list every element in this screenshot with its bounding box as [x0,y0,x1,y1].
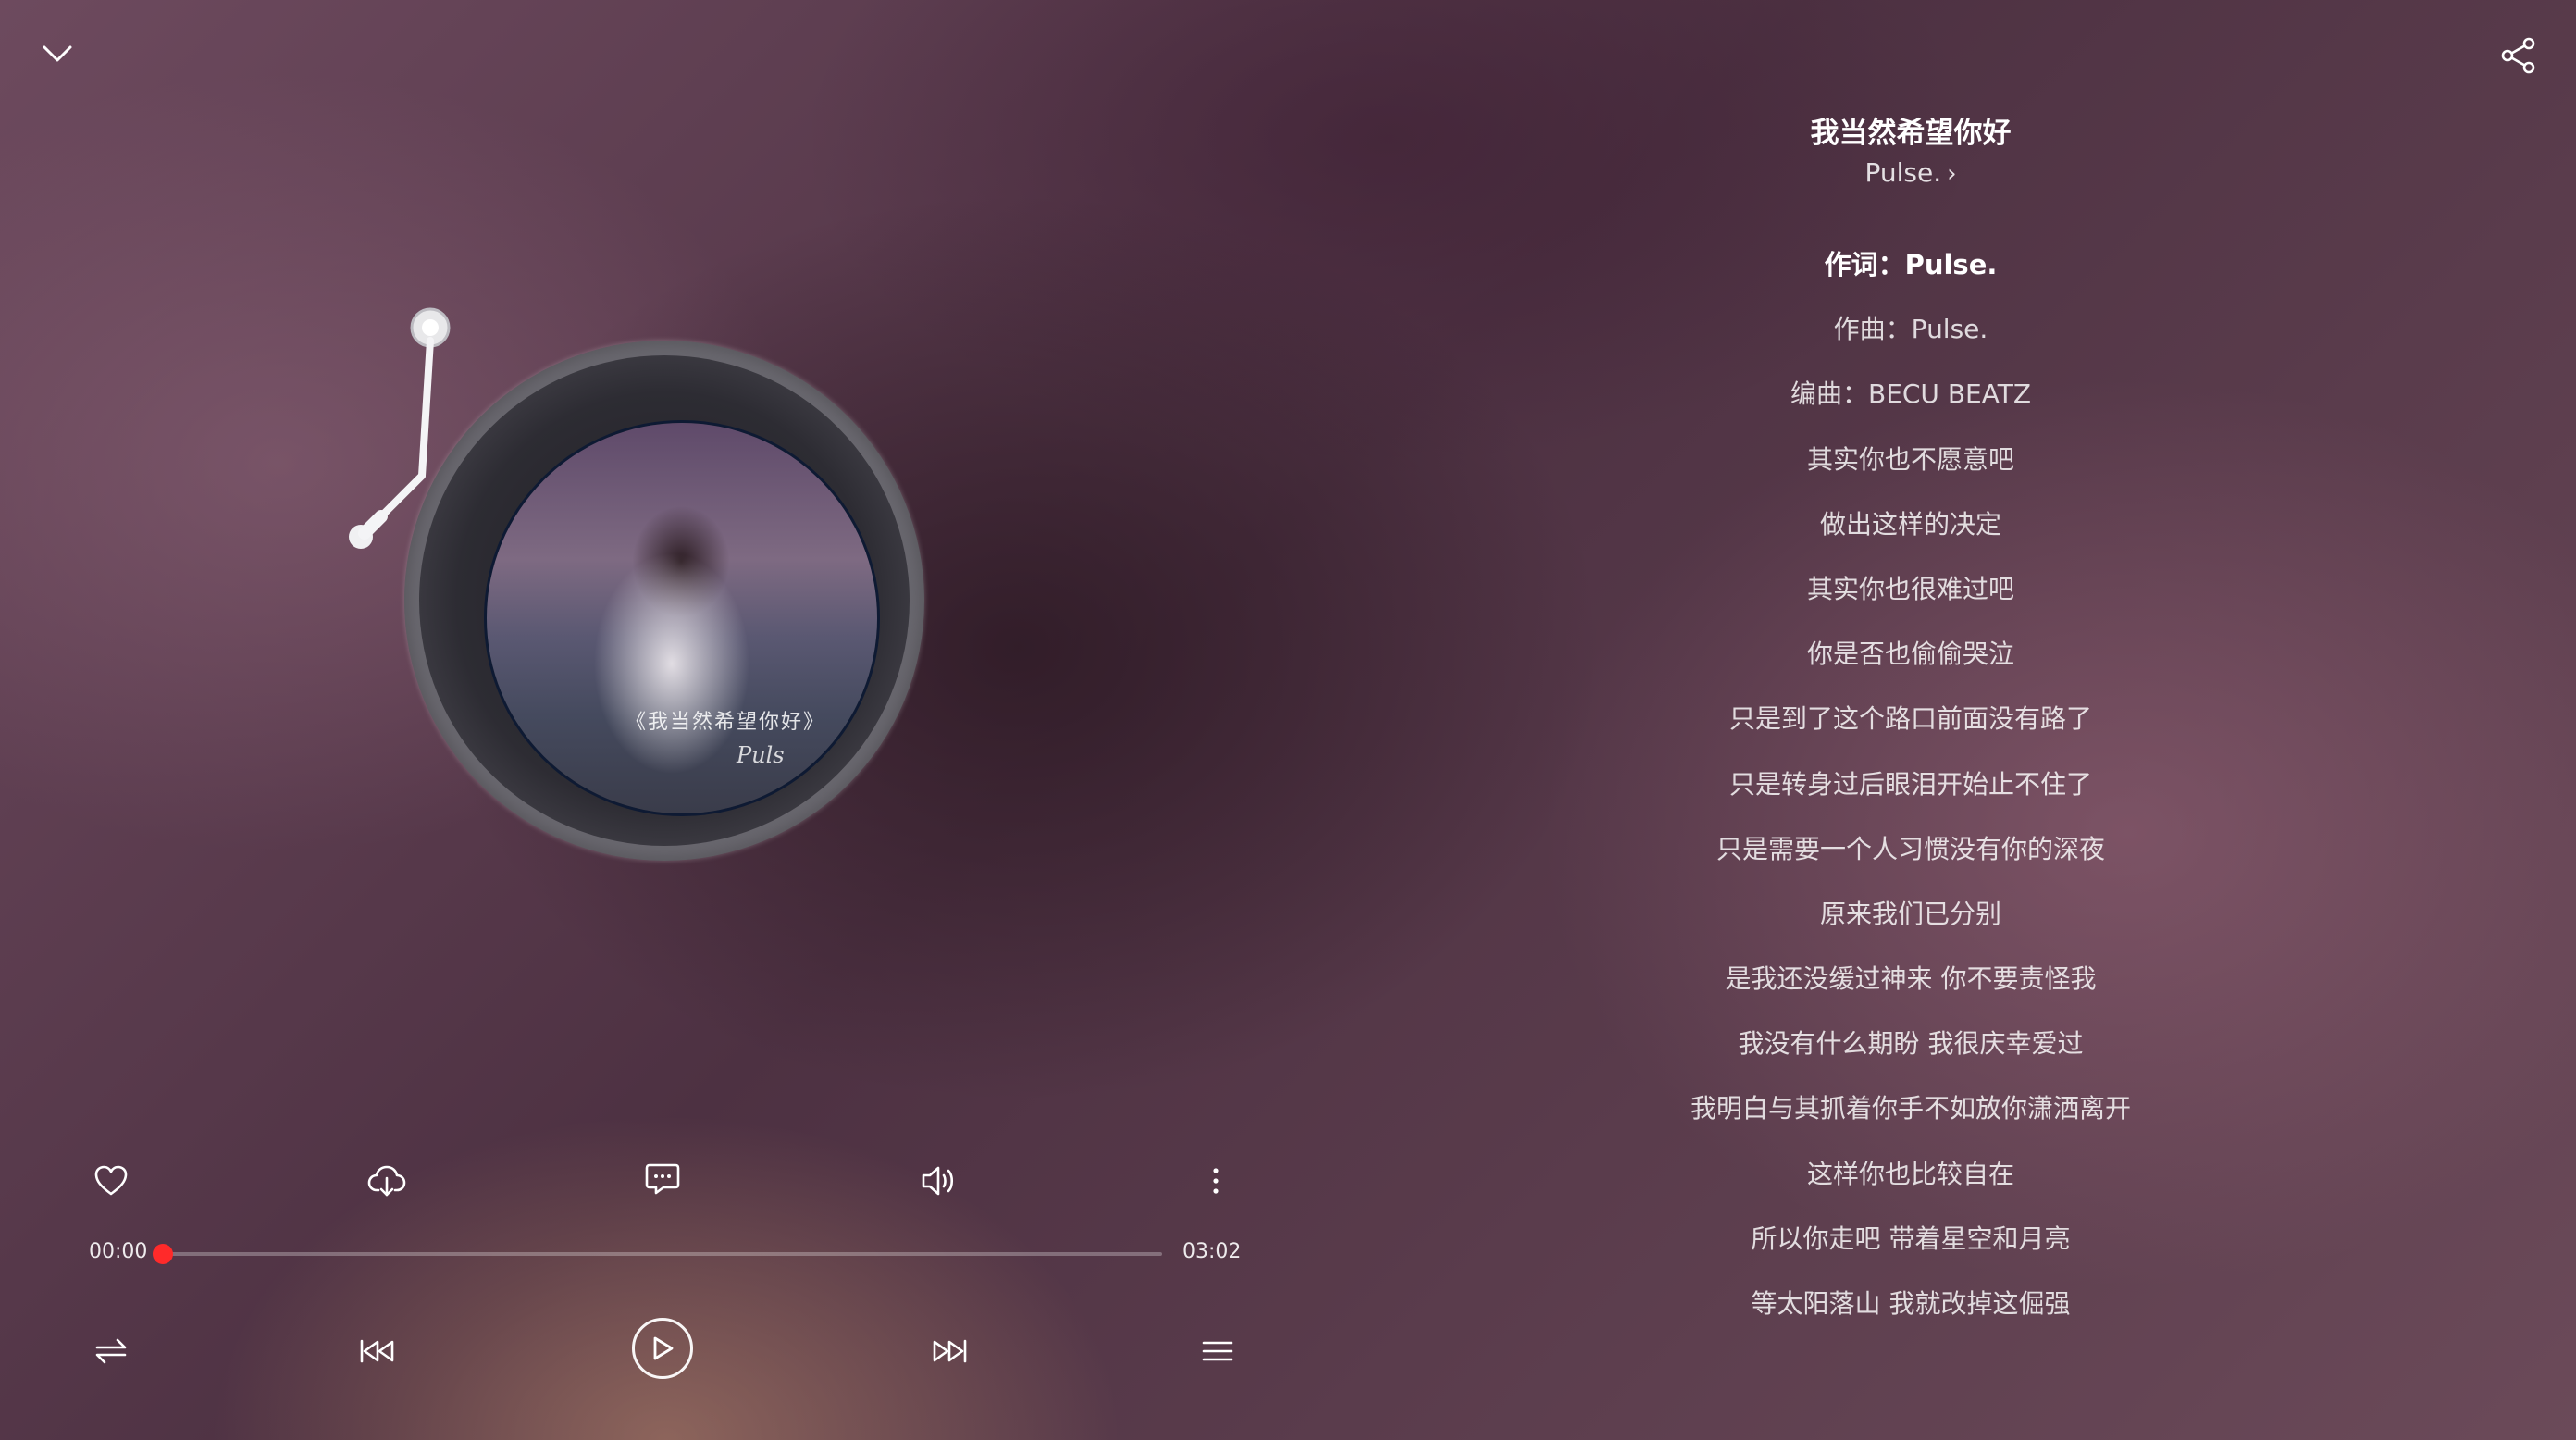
repeat-icon [95,1338,127,1364]
lyric-line[interactable]: 是我还没缓过神来 你不要责怪我 [1554,953,2267,1018]
more-options-button[interactable] [1192,1157,1240,1205]
song-title: 我当然希望你好 [1810,117,2012,150]
lyric-line[interactable]: 只是到了这个路口前面没有路了 [1554,693,2267,758]
progress-bar[interactable] [153,1244,1162,1264]
next-icon [933,1339,967,1363]
next-track-button[interactable] [922,1325,977,1377]
share-icon [2501,37,2535,74]
lyric-line[interactable]: 我明白与其抓着你手不如放你潇洒离开 [1554,1083,2267,1148]
comment-button[interactable] [638,1155,687,1203]
playlist-button[interactable] [1192,1325,1244,1377]
artist-name: Pulse. [1864,157,1942,188]
chevron-right-icon: › [1947,160,1957,188]
progress-thumb[interactable] [153,1244,173,1264]
previous-track-button[interactable] [350,1325,405,1377]
lyric-line[interactable]: 编曲：BECU BEATZ [1554,368,2267,433]
collapse-button[interactable] [37,33,78,74]
artist-link[interactable]: Pulse. › [1554,157,2267,188]
chevron-down-icon [43,45,72,62]
total-time: 03:02 [1183,1240,1242,1263]
volume-button[interactable] [915,1157,963,1205]
lyric-line[interactable]: 所以你走吧 带着星空和月亮 [1554,1213,2267,1278]
lyric-line[interactable]: 这样你也比较自在 [1554,1148,2267,1213]
lyric-line[interactable]: 作词：Pulse. [1554,239,2267,304]
volume-icon [922,1166,954,1196]
album-cover-art [487,423,877,813]
lyric-line[interactable]: 作曲：Pulse. [1554,304,2267,368]
tonearm [349,307,451,549]
playlist-icon [1202,1341,1233,1361]
download-button[interactable] [363,1157,411,1205]
download-icon [367,1165,406,1197]
play-button[interactable] [632,1318,693,1379]
previous-icon [360,1339,394,1363]
share-button[interactable] [2495,31,2543,80]
lyric-line[interactable]: 做出这样的决定 [1554,499,2267,564]
album-cover: 《我当然希望你好》 Puls [484,420,880,816]
repeat-mode-button[interactable] [85,1325,137,1377]
like-button[interactable] [87,1157,135,1205]
lyric-line[interactable]: 原来我们已分别 [1554,888,2267,953]
lyrics-list[interactable]: 作词：Pulse. 作曲：Pulse. 编曲：BECU BEATZ 其实你也不愿意吧做… [1554,239,2267,1343]
lyric-line[interactable]: 只是需要一个人习惯没有你的深夜 [1554,824,2267,888]
lyric-line[interactable]: 其实你也不愿意吧 [1554,434,2267,499]
album-cover-signature: Puls [737,742,785,768]
current-time: 00:00 [89,1240,148,1263]
heart-icon [94,1165,128,1196]
vinyl-record: 《我当然希望你好》 Puls [419,355,910,846]
lyric-line[interactable]: 等太阳落山 我就改掉这倔强 [1554,1278,2267,1343]
vinyl-disc: 《我当然希望你好》 Puls [404,341,924,861]
play-icon [653,1336,674,1360]
more-icon [1213,1168,1219,1194]
comment-icon [645,1163,680,1195]
lyric-line[interactable]: 我没有什么期盼 我很庆幸爱过 [1554,1018,2267,1083]
lyric-line[interactable]: 只是转身过后眼泪开始止不住了 [1554,759,2267,824]
album-cover-caption: 《我当然希望你好》 [625,711,826,734]
lyric-line[interactable]: 你是否也偷偷哭泣 [1554,628,2267,693]
lyric-line[interactable]: 其实你也很难过吧 [1554,564,2267,628]
